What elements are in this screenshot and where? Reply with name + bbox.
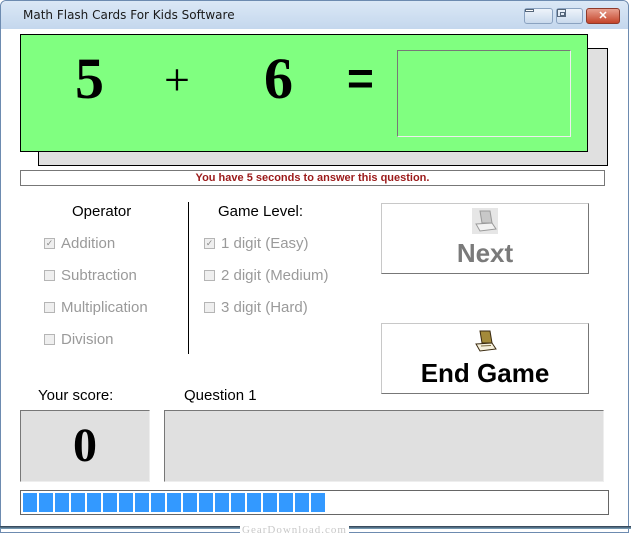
checkbox-label: Multiplication [61,299,148,316]
checkbox-unchecked-icon [204,302,215,313]
score-label: Your score: [38,387,114,404]
title-bar[interactable]: Math Flash Cards For Kids Software ✕ [1,1,628,29]
checkbox-unchecked-icon [44,270,55,281]
question-label: Question 1 [184,387,257,404]
status-message: You have 5 seconds to answer this questi… [20,170,605,186]
progress-segment [167,493,181,512]
watermark: GearDownload.com [240,524,349,536]
checkbox-label: Division [61,331,114,348]
end-game-button[interactable]: End Game [381,323,589,394]
checkbox-division[interactable]: Division [44,331,114,348]
progress-segment [151,493,165,512]
answer-input[interactable] [397,50,571,137]
checkbox-level-medium[interactable]: 2 digit (Medium) [204,267,329,284]
checkbox-multiplication[interactable]: Multiplication [44,299,148,316]
progress-segment [231,493,245,512]
checkbox-subtraction[interactable]: Subtraction [44,267,137,284]
level-group-title: Game Level: [218,203,304,220]
progress-segment [247,493,261,512]
close-icon: ✕ [598,10,608,22]
checkbox-label: 2 digit (Medium) [221,267,329,284]
next-button[interactable]: Next [381,203,589,274]
progress-segment [55,493,69,512]
progress-segment [119,493,133,512]
progress-segment [135,493,149,512]
progress-segment [263,493,277,512]
close-button[interactable]: ✕ [586,8,620,24]
checkbox-addition[interactable]: ✓ Addition [44,235,115,252]
maximize-icon [557,9,566,17]
checkbox-unchecked-icon [44,302,55,313]
progress-segment [279,493,293,512]
question-display [164,410,604,482]
progress-segment [183,493,197,512]
score-display: 0 [20,410,150,482]
checkbox-unchecked-icon [204,270,215,281]
equals-sign: = [347,52,374,104]
window-title: Math Flash Cards For Kids Software [23,8,235,22]
operator-group-title: Operator [72,203,132,220]
progress-segment [87,493,101,512]
progress-segment [215,493,229,512]
progress-segment [71,493,85,512]
checkbox-level-hard[interactable]: 3 digit (Hard) [204,299,308,316]
progress-segment [103,493,117,512]
minimize-icon [525,9,534,12]
operand-2: 6 [264,46,293,111]
maximize-button[interactable] [556,8,583,24]
checkbox-label: 3 digit (Hard) [221,299,308,316]
checkbox-label: Addition [61,235,116,252]
laptop-icon [472,208,498,234]
operator-sign: + [164,54,190,105]
flash-card: 5 + 6 = [20,34,588,152]
checkbox-unchecked-icon [44,334,55,345]
checkbox-checked-icon: ✓ [44,238,55,249]
progress-segment [295,493,309,512]
progress-segment [311,493,325,512]
progress-segments [23,493,606,512]
minimize-button[interactable] [524,8,553,24]
next-label: Next [456,238,514,268]
checkbox-checked-icon: ✓ [204,238,215,249]
operand-1: 5 [75,46,104,111]
progress-segment [39,493,53,512]
progress-segment [23,493,37,512]
end-game-label: End Game [420,358,550,388]
time-progress-bar [20,490,609,515]
group-divider [188,202,189,354]
laptop-icon [475,330,497,352]
checkbox-label: Subtraction [61,267,137,284]
checkbox-level-easy[interactable]: ✓ 1 digit (Easy) [204,235,309,252]
progress-segment [199,493,213,512]
checkbox-label: 1 digit (Easy) [221,235,309,252]
